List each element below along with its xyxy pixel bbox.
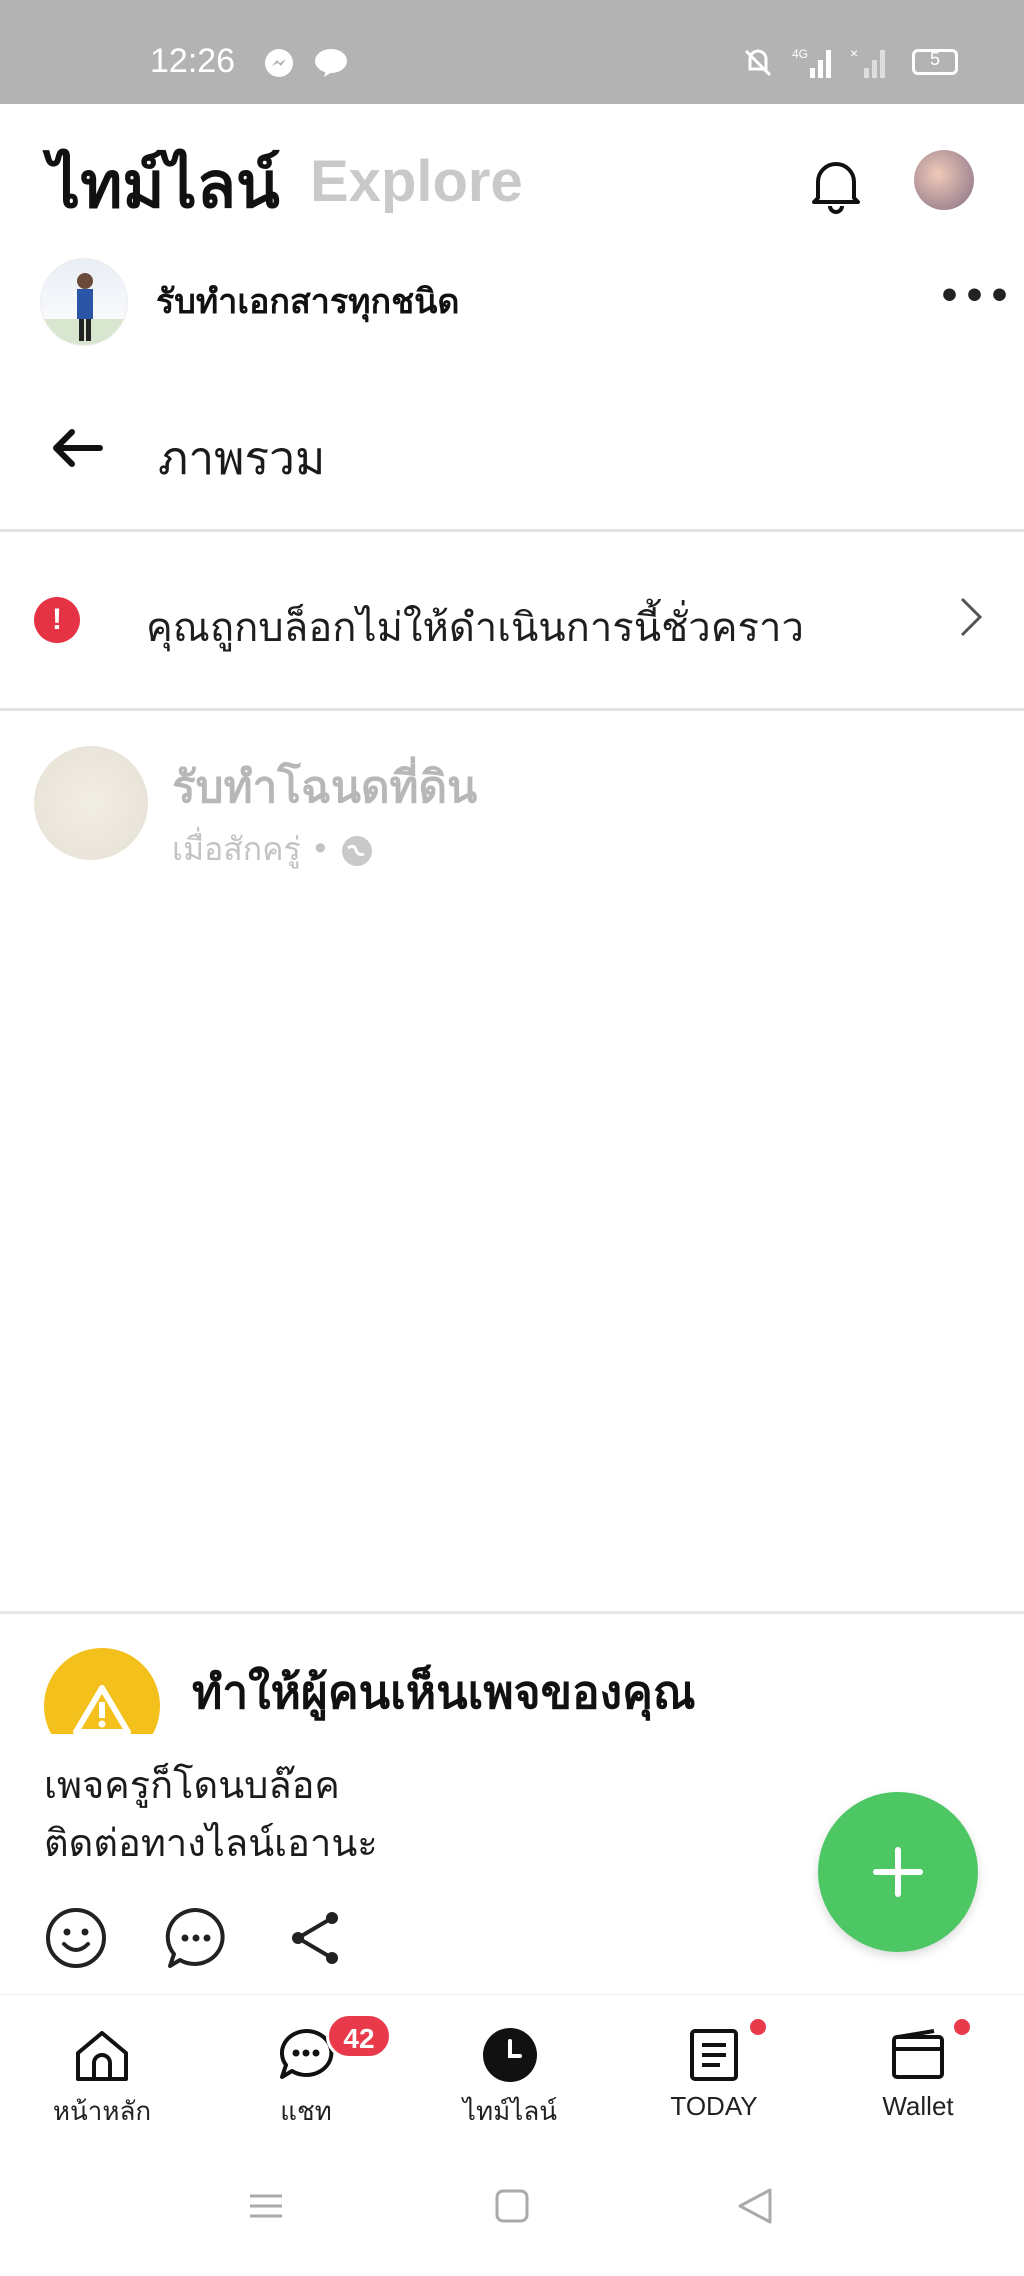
comment-icon[interactable] <box>164 1906 228 1974</box>
messenger-icon <box>264 48 294 82</box>
system-nav-bar <box>0 2144 1024 2276</box>
faded-page-avatar <box>34 746 148 860</box>
post-actions <box>44 1906 348 1974</box>
globe-icon <box>341 836 372 866</box>
status-bar: 12:26 4G × 5 <box>0 0 1024 104</box>
signal-icon: 4G <box>792 47 831 78</box>
promo-preview: ทำให้ผู้คนเห็นเพจของคุณ <box>0 1614 1024 1734</box>
promo-title: ทำให้ผู้คนเห็นเพจของคุณ <box>192 1665 696 1719</box>
plus-icon <box>873 1847 923 1897</box>
signal-no-service-icon: × <box>850 46 885 78</box>
caption-line-1: เพจครูก็โดนบล๊อค <box>44 1763 340 1807</box>
faded-page-subtitle: เมื่อสักครู่ • <box>172 824 374 875</box>
timeline-header: ไทม์ไลน์ Explore <box>0 104 1024 254</box>
status-icons: 4G × 5 <box>738 46 958 78</box>
compose-fab-button[interactable] <box>818 1792 978 1952</box>
share-icon[interactable] <box>284 1906 348 1974</box>
post-author-row: รับทำเอกสารทุกชนิด ••• <box>0 254 1024 364</box>
status-time: 12:26 <box>150 42 236 80</box>
tab-chat-label: แชท <box>280 2097 332 2127</box>
faded-post-preview: รับทำโฉนดที่ดิน เมื่อสักครู่ • <box>0 714 1024 874</box>
blocked-notice[interactable]: ! คุณถูกบล็อกไม่ให้ดำเนินการนี้ชั่วคราว <box>0 535 1024 711</box>
faded-page-title: รับทำโฉนดที่ดิน <box>172 762 478 813</box>
post-caption: เพจครูก็โดนบล๊อค ติดต่อทางไลน์เอานะ <box>44 1756 744 1872</box>
author-name[interactable]: รับทำเอกสารทุกชนิด <box>156 274 459 328</box>
chat-unread-badge: 42 <box>326 2013 392 2059</box>
overview-row: ภาพรวม <box>0 364 1024 532</box>
embedded-page-card[interactable]: ภาพรวม ! คุณถูกบล็อกไม่ให้ดำเนินการนี้ชั… <box>0 364 1024 1614</box>
overview-label: ภาพรวม <box>158 431 326 485</box>
tab-home-label: หน้าหลัก <box>52 2097 152 2127</box>
home-nav-button[interactable] <box>492 2186 532 2230</box>
home-icon <box>76 2031 128 2081</box>
alert-icon: ! <box>34 597 80 643</box>
timeline-icon <box>483 2028 537 2082</box>
warning-icon <box>44 1648 160 1734</box>
emoji-reaction-icon[interactable] <box>44 1906 108 1974</box>
recent-apps-button[interactable] <box>246 2186 286 2230</box>
faded-time: เมื่อสักครู่ • <box>172 830 330 868</box>
tab-chat[interactable]: 42 แชท <box>204 1995 408 2145</box>
blocked-message: คุณถูกบล็อกไม่ให้ดำเนินการนี้ชั่วคราว <box>146 605 804 651</box>
svg-text:×: × <box>850 46 858 61</box>
tab-timeline-title[interactable]: ไทม์ไลน์ <box>48 134 280 236</box>
more-options-button[interactable]: ••• <box>938 276 1013 317</box>
mute-vibrate-icon <box>744 49 772 77</box>
svg-text:4G: 4G <box>792 47 808 61</box>
today-notification-dot <box>750 2019 766 2035</box>
caption-line-2: ติดต่อทางไลน์เอานะ <box>44 1821 378 1865</box>
chevron-right-icon <box>956 595 984 643</box>
tab-wallet-label: Wallet <box>882 2091 954 2121</box>
profile-avatar[interactable] <box>914 150 974 210</box>
bottom-tab-bar: หน้าหลัก 42 แชท ไทม์ไลน์ TODAY Wallet <box>0 1994 1024 2144</box>
tab-wallet[interactable]: Wallet <box>816 1995 1020 2145</box>
line-app-icon <box>314 48 348 82</box>
back-nav-button[interactable] <box>734 2184 778 2232</box>
bell-icon[interactable] <box>808 154 864 218</box>
author-avatar[interactable] <box>40 258 128 346</box>
wallet-notification-dot <box>954 2019 970 2035</box>
today-icon <box>690 2029 738 2081</box>
tab-explore[interactable]: Explore <box>310 148 523 215</box>
tab-today-label: TODAY <box>670 2091 758 2121</box>
wallet-icon <box>892 2029 944 2079</box>
tab-home[interactable]: หน้าหลัก <box>0 1995 204 2145</box>
back-arrow-icon[interactable] <box>52 428 104 472</box>
tab-timeline-label: ไทม์ไลน์ <box>462 2097 558 2127</box>
tab-timeline[interactable]: ไทม์ไลน์ <box>408 1995 612 2145</box>
tab-today[interactable]: TODAY <box>612 1995 816 2145</box>
battery-icon: 5 <box>912 49 958 75</box>
battery-level: 5 <box>929 49 940 69</box>
